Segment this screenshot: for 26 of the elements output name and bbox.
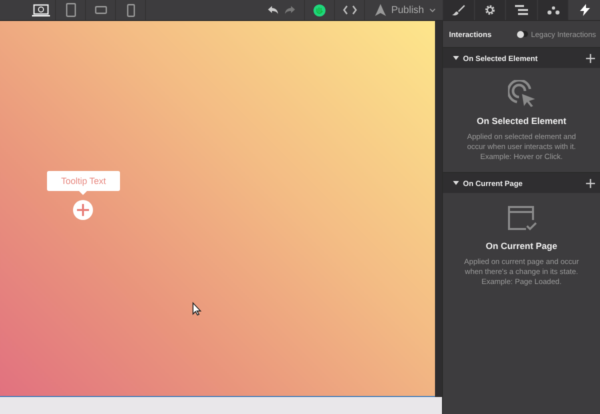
add-icon[interactable] — [586, 54, 595, 62]
scrollbar[interactable] — [435, 21, 442, 397]
settings-icon — [484, 4, 496, 16]
panel-tab[interactable] — [568, 0, 600, 20]
tablet-icon — [66, 3, 76, 17]
click-target-icon — [508, 80, 536, 108]
add-icon[interactable] — [586, 178, 595, 188]
list-icon — [514, 5, 528, 15]
rocket-icon — [375, 4, 386, 16]
page-check-icon — [506, 205, 536, 233]
section-heading: On Current Page — [486, 241, 558, 251]
undo-icon — [266, 5, 279, 15]
publish-button[interactable]: Publish — [371, 0, 442, 20]
bolt-icon — [580, 4, 590, 16]
laptop-icon — [32, 4, 50, 16]
section-heading: On Selected Element — [476, 116, 566, 126]
brush-icon — [452, 4, 465, 16]
redo-icon — [284, 5, 296, 15]
phone-icon — [126, 4, 134, 16]
caret-icon — [429, 8, 436, 12]
toggle-switch[interactable] — [516, 31, 528, 37]
code-icon — [342, 5, 357, 15]
drops-icon — [546, 5, 560, 15]
phone-landscape-icon — [94, 6, 106, 14]
cursor-icon — [192, 302, 202, 316]
hand-icon — [313, 4, 326, 16]
